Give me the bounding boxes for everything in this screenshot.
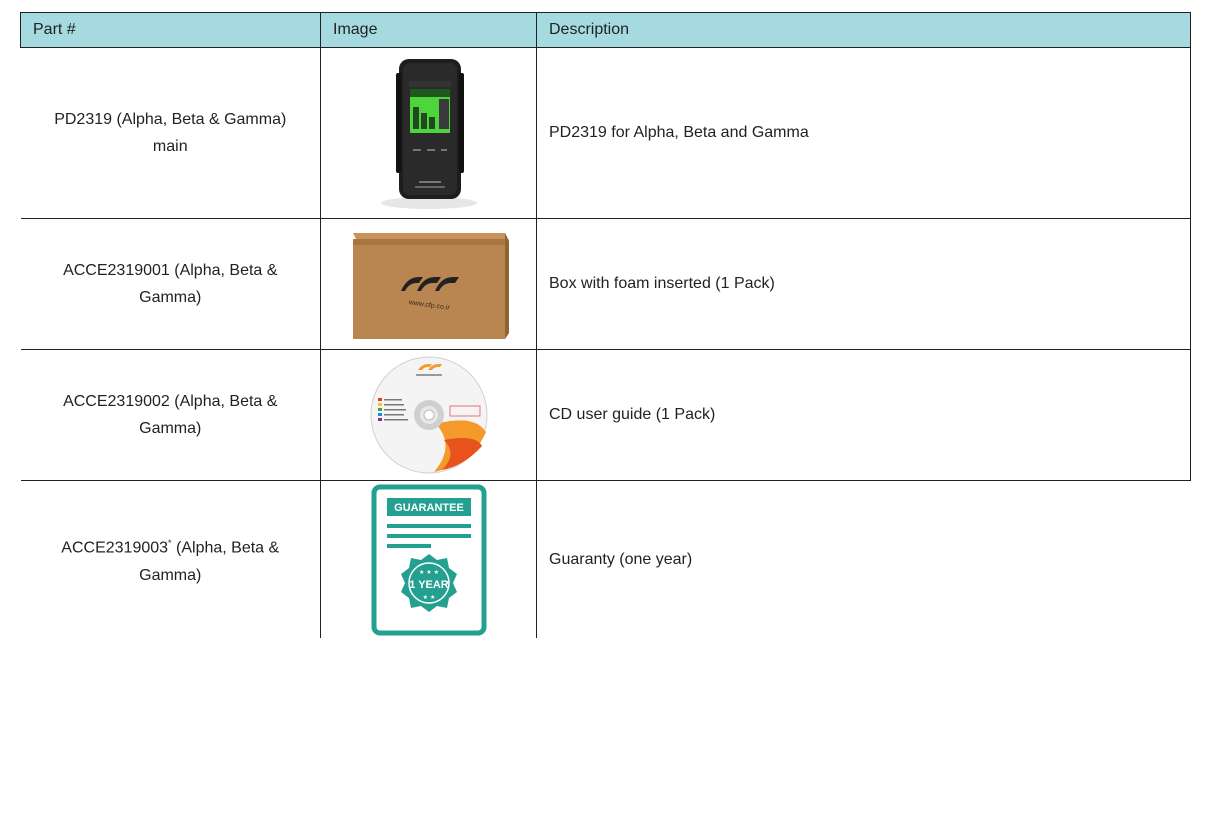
part-number-prefix: ACCE2319003	[61, 539, 169, 557]
header-image: Image	[320, 12, 537, 48]
parts-table: Part # Image Description PD2319 (Alpha, …	[20, 12, 1191, 638]
part-number-cell: ACCE2319003* (Alpha, Beta & Gamma)	[21, 481, 321, 639]
part-number-cell: PD2319 (Alpha, Beta & Gamma) main	[20, 47, 321, 219]
svg-text:★ ★ ★: ★ ★ ★	[419, 569, 439, 576]
cd-disc-image	[370, 356, 487, 474]
image-cell: GUARANTEE 1 YEAR ★ ★ ★ ★ ★	[320, 480, 537, 638]
description-cell: Guaranty (one year)	[549, 550, 693, 568]
guarantee-badge: 1 YEAR	[409, 579, 449, 591]
table-row: ACCE2319001 (Alpha, Beta & Gamma) www.cf…	[20, 218, 1191, 350]
header-part-number: Part #	[20, 12, 321, 48]
description-cell: Box with foam inserted (1 Pack)	[536, 218, 1191, 350]
page: Part # Image Description PD2319 (Alpha, …	[0, 0, 1209, 820]
description-cell: PD2319 for Alpha, Beta and Gamma	[536, 47, 1191, 219]
table-row: ACCE2319003* (Alpha, Beta & Gamma) GUARA…	[21, 480, 1191, 639]
part-number-cell: ACCE2319002 (Alpha, Beta & Gamma)	[20, 349, 321, 481]
cardboard-box-image: www.cfp.co.ir	[352, 233, 509, 339]
header-description: Description	[536, 12, 1191, 48]
guarantee-title: GUARANTEE	[394, 502, 464, 514]
image-cell: www.cfp.co.ir	[320, 218, 537, 350]
table-row: ACCE2319002 (Alpha, Beta & Gamma) CD use…	[20, 349, 1191, 481]
table-header-row: Part # Image Description	[20, 12, 1191, 48]
image-cell	[320, 47, 537, 219]
description-cell: CD user guide (1 Pack)	[536, 349, 1191, 481]
image-cell	[320, 349, 537, 481]
guarantee-certificate-image: GUARANTEE 1 YEAR ★ ★ ★ ★ ★	[371, 484, 486, 635]
table-row: PD2319 (Alpha, Beta & Gamma) main PD2319…	[20, 47, 1191, 219]
part-number-cell: ACCE2319001 (Alpha, Beta & Gamma)	[20, 218, 321, 350]
handheld-detector-image	[380, 59, 477, 209]
svg-text:★ ★: ★ ★	[422, 594, 435, 601]
